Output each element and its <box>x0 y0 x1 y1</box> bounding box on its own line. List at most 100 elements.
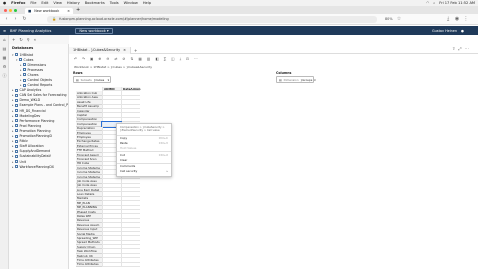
more-icon[interactable]: ⋯ <box>465 46 469 52</box>
home-icon[interactable]: ⌂ <box>0 35 9 44</box>
rows-area: Rows ▤ Subsets }Cubes ▾ <box>73 71 273 85</box>
new-tab-icon[interactable]: + <box>76 7 80 13</box>
workbook-menu[interactable]: New workbook ▾ <box>75 27 113 34</box>
more-tools-icon[interactable]: ⋯ <box>194 57 198 61</box>
columns-dimension-sub: Dimension <box>283 77 299 82</box>
filter-icon[interactable]: ⚲ <box>27 37 30 42</box>
tree-item-label: Processes <box>27 67 44 72</box>
database-icon <box>15 160 18 164</box>
tree-item-label: SupplyAndDemand <box>19 149 51 154</box>
database-icon <box>15 154 18 158</box>
menu-item-shortcut: Ctrl+X <box>158 152 168 157</box>
menu-bookmarks[interactable]: Bookmarks <box>85 1 105 5</box>
rows-dimension-chip[interactable]: ▤ Subsets }Cubes ▾ <box>73 76 111 83</box>
suppress-icon[interactable]: ⊘ <box>122 57 125 61</box>
menu-history[interactable]: History <box>67 1 80 5</box>
account-icon[interactable]: ◉ <box>455 16 460 22</box>
sandbox-icon[interactable]: ◫ <box>171 57 174 61</box>
back-icon[interactable]: ‹ <box>4 16 9 22</box>
format-icon[interactable]: ◧ <box>155 57 158 61</box>
menu-edit[interactable]: Edit <box>41 1 48 5</box>
search-icon[interactable]: ⌕ <box>433 1 435 5</box>
menu-file[interactable]: File <box>30 1 36 5</box>
chevron-down-icon[interactable]: ▾ <box>314 78 315 82</box>
settings-icon[interactable]: ⚙ <box>0 62 9 71</box>
lock-cell-icon[interactable]: ⊡ <box>186 57 189 61</box>
calc-icon[interactable]: ∑ <box>164 57 166 61</box>
app-header: ≡ BHF Planning Analytics New workbook ▾ … <box>0 26 478 35</box>
tree-item-label: ModelingDev <box>19 113 41 118</box>
swap-icon[interactable]: ⇄ <box>114 57 117 61</box>
grid-cell[interactable] <box>121 262 140 268</box>
downloads-icon[interactable]: ⤓ <box>446 16 451 22</box>
tree-item[interactable]: ▸ WorkforcePlanningDX <box>9 164 68 169</box>
minimize-window-icon[interactable] <box>9 8 12 12</box>
columns-area: Columns ▤ Dimension }Groups ▾ <box>276 71 476 85</box>
zoom-out-icon[interactable]: ⊖ <box>106 57 109 61</box>
extensions-icon[interactable]: ⋮ <box>464 16 469 22</box>
apple-icon[interactable]: ● <box>3 1 6 5</box>
context-menu-item[interactable]: Clear <box>117 157 171 162</box>
table-icon[interactable]: ▦ <box>139 57 142 61</box>
workbook-tab-label: 1HBistat - }Cubes&Security <box>73 48 121 52</box>
grid-cell[interactable] <box>102 262 121 268</box>
panel-toolbar: + ↻ ⚲ « <box>9 35 69 44</box>
save-icon[interactable]: ▣ <box>90 57 93 61</box>
add-workbook-tab-icon[interactable]: + <box>134 48 137 53</box>
columns-dimension-chip[interactable]: ▤ Dimension }Groups ▾ <box>276 76 316 83</box>
user-area: Gustav Heinen ● <box>432 26 464 35</box>
database-icon <box>15 109 18 113</box>
bookmark-star-icon[interactable]: ☆ <box>397 16 402 22</box>
menu-app[interactable]: Firefox <box>11 1 25 5</box>
add-icon[interactable]: + <box>12 37 15 42</box>
refresh-icon[interactable]: ↻ <box>19 37 22 42</box>
zoom-level[interactable]: 80% <box>385 17 393 21</box>
tree-item-label: CAP Analytics <box>19 88 42 93</box>
user-name[interactable]: Gustav Heinen <box>432 29 457 33</box>
share-icon[interactable]: ⇪ <box>452 46 455 52</box>
tab-close-icon[interactable]: × <box>67 9 70 13</box>
menu-view[interactable]: View <box>53 1 62 5</box>
redo-icon[interactable]: ↷ <box>82 57 85 61</box>
clock[interactable]: Fri 17 Feb 11:52 AM <box>439 1 475 5</box>
database-icon <box>19 58 22 62</box>
menu-window[interactable]: Window <box>124 1 138 5</box>
workbook-actions: ⇪ ⤢ ⋯ <box>452 46 478 52</box>
wifi-icon[interactable]: ◠ <box>426 1 429 5</box>
url-field[interactable]: 🔒 fusionpm.planning.ocloud.oracle.com/#/… <box>47 15 377 23</box>
menu-item-label: Copy <box>120 136 128 140</box>
menu-help[interactable]: Help <box>143 1 151 5</box>
window-controls <box>4 8 17 12</box>
view-icon[interactable]: ▦ <box>0 53 9 62</box>
chevron-down-icon[interactable]: ▾ <box>108 78 109 82</box>
zoom-window-icon[interactable] <box>14 8 17 12</box>
info-icon[interactable]: ⓘ <box>0 71 9 80</box>
undo-icon[interactable]: ↶ <box>74 57 77 61</box>
row-header[interactable]: Time Attributes <box>76 262 102 268</box>
menu-tools[interactable]: Tools <box>110 1 119 5</box>
reload-icon[interactable]: ↻ <box>22 16 27 22</box>
menu-item-label: Clear <box>120 157 128 162</box>
database-icon <box>23 68 26 72</box>
chart-icon[interactable]: ▥ <box>147 57 150 61</box>
database-icon[interactable]: ▤ <box>0 44 9 53</box>
database-icon <box>15 88 18 92</box>
forward-icon[interactable]: › <box>13 16 18 22</box>
workbook-tab-close-icon[interactable]: × <box>123 48 126 52</box>
expand-icon[interactable]: ⤢ <box>458 46 461 52</box>
collapse-icon[interactable]: « <box>34 37 36 42</box>
database-icon <box>15 129 18 133</box>
context-menu-header: Compensation > }CubeSecurity > }ElementS… <box>120 126 165 132</box>
hamburger-icon[interactable]: ≡ <box>3 29 6 33</box>
app-title: BHF Planning Analytics <box>10 28 52 33</box>
zoom-in-icon[interactable]: ⊕ <box>98 57 101 61</box>
database-icon <box>15 53 18 57</box>
context-menu-item[interactable]: Cell security ▸ <box>117 169 171 174</box>
database-icon <box>23 63 26 67</box>
export-icon[interactable]: ⤓ <box>180 57 182 61</box>
menu-item-label: Paste <box>120 141 128 145</box>
user-avatar-icon[interactable]: ● <box>461 29 464 33</box>
workbook-tab[interactable]: 1HBistat - }Cubes&Security × <box>69 46 131 54</box>
close-window-icon[interactable] <box>4 8 7 12</box>
sort-icon[interactable]: ⇅ <box>131 57 134 61</box>
